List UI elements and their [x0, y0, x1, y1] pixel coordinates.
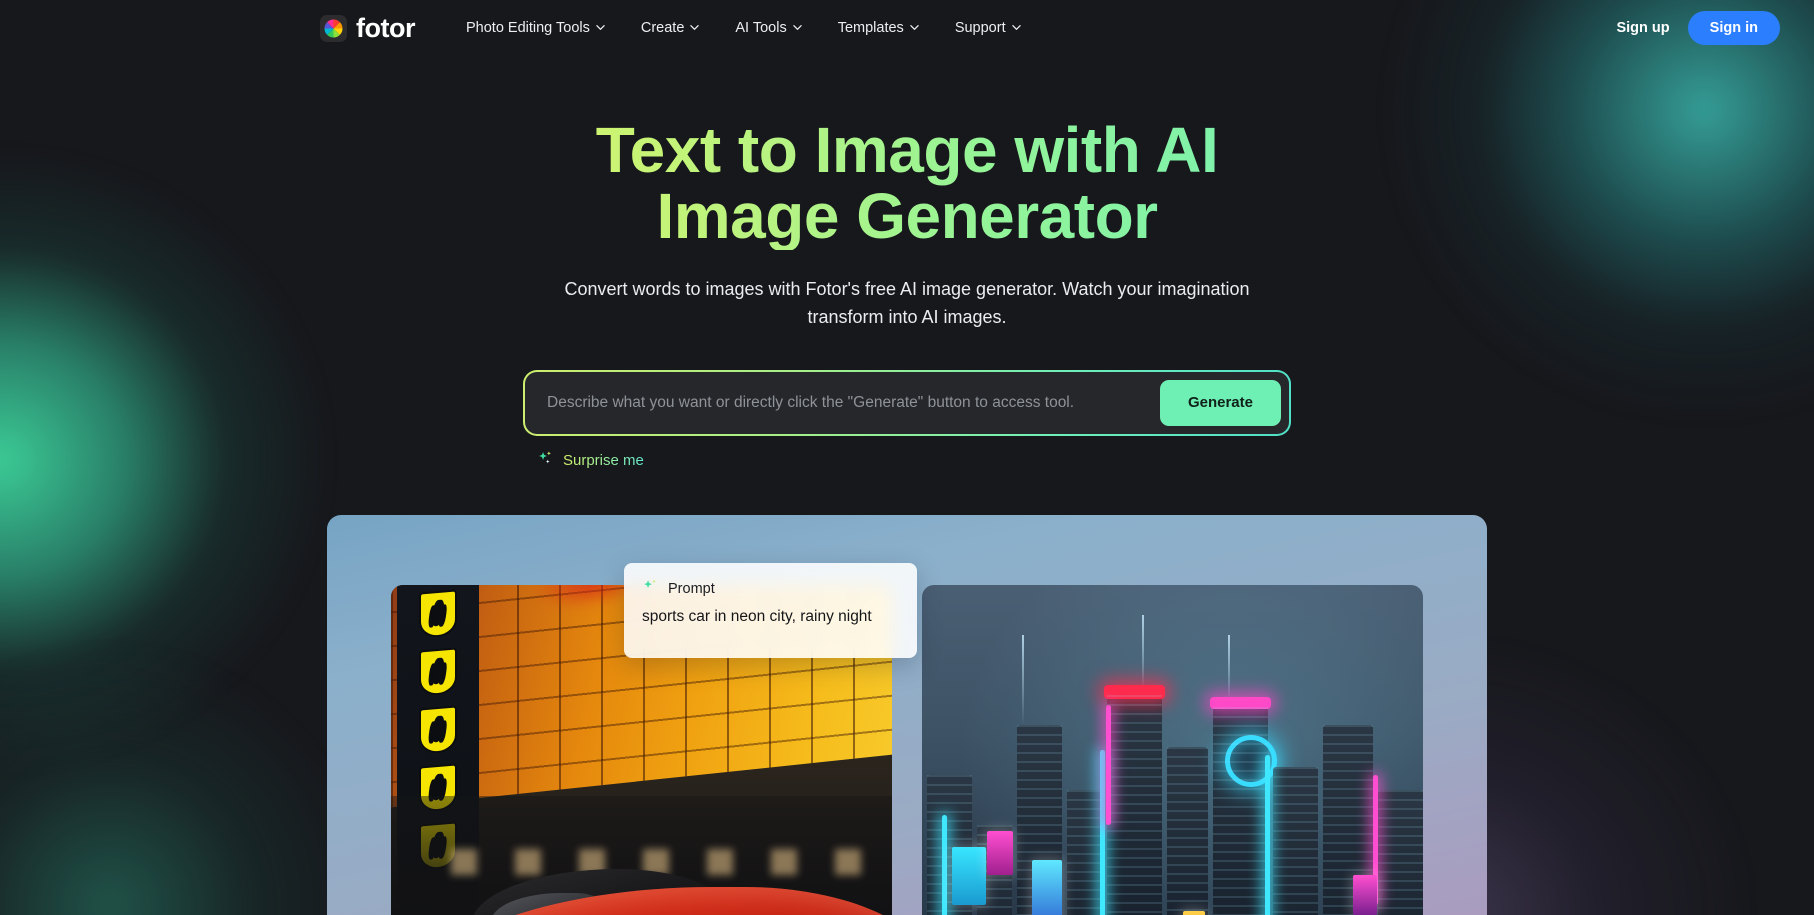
- tower-spire: [1142, 614, 1145, 695]
- city-tower: [1272, 766, 1318, 915]
- prompt-input[interactable]: [547, 371, 1160, 434]
- city-billboard: [1352, 874, 1377, 915]
- hero-section: Text to Image with AI Image Generator Co…: [0, 118, 1814, 471]
- color-wheel-icon: [320, 14, 347, 42]
- surprise-me-link[interactable]: Surprise me: [537, 450, 644, 471]
- neon-strip: [1099, 749, 1105, 915]
- nav-item-label: Support: [954, 20, 1006, 36]
- city-tower: [1067, 789, 1103, 915]
- prompt-preview-title: Prompt: [668, 581, 715, 597]
- ferrari-shield-icon: [419, 588, 457, 639]
- ferrari-shield-icon: [419, 646, 457, 697]
- logo-text: fotor: [356, 12, 415, 43]
- tower-neon-cap: [1104, 684, 1166, 699]
- main-nav: Photo Editing Tools Create AI Tools Temp…: [448, 12, 1039, 44]
- chevron-down-icon: [596, 23, 605, 32]
- chevron-down-icon: [910, 23, 919, 32]
- prompt-bar-inner: Generate: [525, 371, 1289, 434]
- surprise-me-row: Surprise me: [523, 450, 1291, 471]
- tower-spire: [1022, 634, 1025, 725]
- ferrari-shield-icon: [419, 704, 457, 755]
- nav-item-support[interactable]: Support: [937, 12, 1039, 44]
- nav-item-photo-editing-tools[interactable]: Photo Editing Tools: [448, 12, 623, 44]
- surprise-me-label: Surprise me: [563, 451, 644, 469]
- neon-strip: [1106, 704, 1112, 825]
- city-tower: [1167, 746, 1208, 915]
- nav-item-label: Templates: [837, 20, 904, 36]
- headline-line-1: Text to Image with AI: [595, 114, 1219, 186]
- hero-subtitle: Convert words to images with Fotor's fre…: [564, 278, 1250, 327]
- city-tower: [1209, 696, 1277, 915]
- showcase-image-city[interactable]: [922, 584, 1423, 915]
- city-billboard: [1032, 859, 1063, 915]
- sign-in-button[interactable]: Sign in: [1687, 11, 1780, 45]
- chevron-down-icon: [792, 23, 802, 32]
- tower-spire: [1227, 634, 1230, 705]
- showroom-interior-lights: [451, 849, 892, 875]
- nav-item-label: Photo Editing Tools: [465, 20, 590, 36]
- header-actions: Sign up Sign in: [1616, 11, 1780, 45]
- city-billboard: [952, 846, 987, 905]
- chevron-down-icon: [1011, 23, 1021, 32]
- page-title: Text to Image with AI Image Generator: [557, 118, 1257, 250]
- nav-item-ai-tools[interactable]: AI Tools: [717, 12, 819, 44]
- tower-neon-cap: [1209, 696, 1271, 709]
- headline-line-2: Image Generator: [656, 179, 1158, 252]
- chevron-down-icon: [690, 23, 700, 32]
- prompt-preview-card: Prompt sports car in neon city, rainy ni…: [624, 563, 917, 658]
- nav-item-create[interactable]: Create: [623, 12, 718, 44]
- city-billboard: [987, 830, 1014, 875]
- nav-item-label: Create: [640, 20, 685, 36]
- prompt-bar: Generate: [523, 369, 1291, 436]
- prompt-preview-text: sports car in neon city, rainy night: [642, 608, 872, 625]
- logo[interactable]: fotor: [320, 12, 415, 43]
- sign-up-link[interactable]: Sign up: [1616, 20, 1669, 36]
- city-billboard: [1182, 910, 1205, 915]
- nav-item-templates[interactable]: Templates: [820, 12, 937, 44]
- neon-strip: [942, 814, 948, 915]
- site-header: fotor Photo Editing Tools Create AI Tool…: [0, 0, 1814, 56]
- sparkles-icon: [537, 450, 554, 471]
- city-tower: [1104, 684, 1166, 915]
- background-glow-bottom-left: [0, 645, 370, 915]
- prompt-preview-header: Prompt: [642, 578, 899, 600]
- neon-strip: [1265, 754, 1271, 915]
- generate-button[interactable]: Generate: [1159, 379, 1281, 426]
- city-tower: [1377, 789, 1423, 915]
- sparkles-icon: [642, 578, 659, 600]
- page-root: fotor Photo Editing Tools Create AI Tool…: [0, 0, 1814, 915]
- nav-item-label: AI Tools: [735, 20, 787, 36]
